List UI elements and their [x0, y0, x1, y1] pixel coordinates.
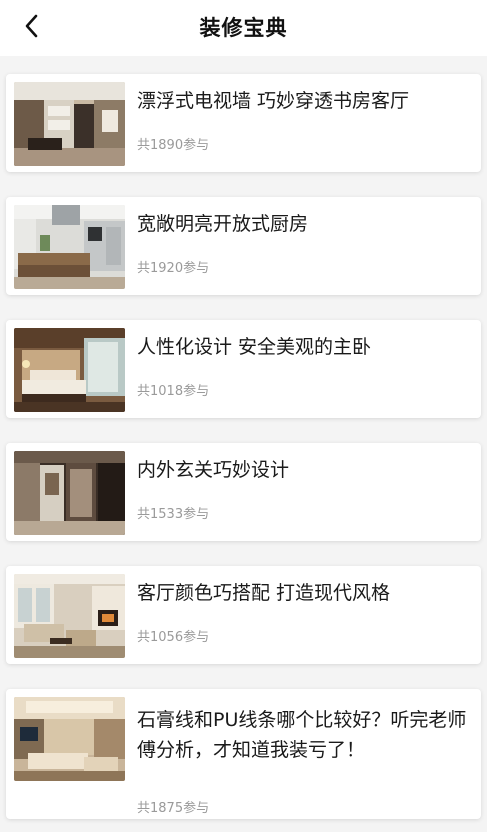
article-card[interactable]: 人性化设计 安全美观的主卧 共1018参与: [6, 320, 481, 418]
ceiling-molding-photo: [14, 697, 125, 781]
article-title: 内外玄关巧妙设计: [137, 459, 290, 481]
living-room-photo: [14, 574, 125, 658]
open-kitchen-photo: [14, 205, 125, 289]
living-room-tv-wall-photo: [14, 82, 125, 166]
top-nav-bar: 装修宝典: [0, 0, 487, 56]
participant-count: 共1533参与: [137, 507, 210, 522]
article-title: 客厅颜色巧搭配 打造现代风格: [137, 582, 391, 604]
participant-count: 共1890参与: [137, 138, 210, 153]
article-card[interactable]: 宽敞明亮开放式厨房 共1920参与: [6, 197, 481, 295]
participant-count: 共1056参与: [137, 630, 210, 645]
article-title: 宽敞明亮开放式厨房: [137, 213, 309, 235]
article-title: 漂浮式电视墙 巧妙穿透书房客厅: [137, 90, 410, 112]
participant-count: 共1920参与: [137, 261, 210, 276]
article-card[interactable]: 漂浮式电视墙 巧妙穿透书房客厅 共1890参与: [6, 74, 481, 172]
participant-count: 共1018参与: [137, 384, 210, 399]
screen: 装修宝典 漂浮式电视墙 巧妙穿透书房客厅 共1890参与 宽敞明亮开放式厨房 共…: [0, 0, 487, 832]
article-title: 石膏线和PU线条哪个比较好？听完老师傅分析，才知道我装亏了！: [137, 709, 467, 761]
master-bedroom-photo: [14, 328, 125, 412]
article-card[interactable]: 石膏线和PU线条哪个比较好？听完老师傅分析，才知道我装亏了！ 共1875参与: [6, 689, 481, 819]
participant-count: 共1875参与: [137, 801, 210, 816]
entryway-photo: [14, 451, 125, 535]
article-card[interactable]: 客厅颜色巧搭配 打造现代风格 共1056参与: [6, 566, 481, 664]
article-title: 人性化设计 安全美观的主卧: [137, 336, 372, 358]
page-title: 装修宝典: [199, 16, 288, 40]
article-card[interactable]: 内外玄关巧妙设计 共1533参与: [6, 443, 481, 541]
